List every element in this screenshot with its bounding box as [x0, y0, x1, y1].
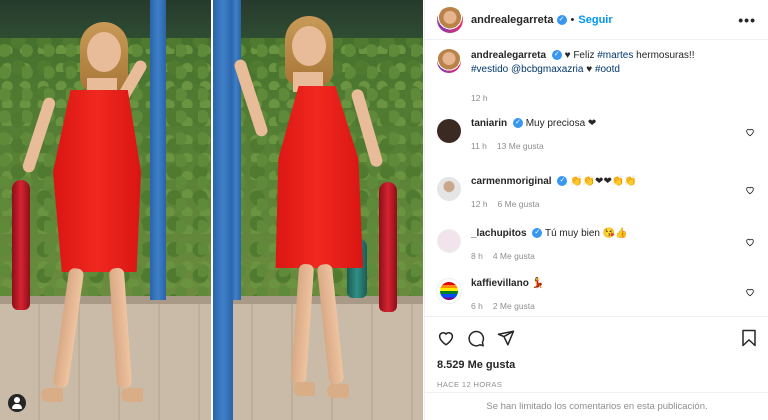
- mention-link[interactable]: @bcbgmaxazria: [511, 64, 583, 75]
- comment-username[interactable]: carmenmoriginal: [471, 176, 552, 187]
- woman-figure-2: [232, 12, 393, 412]
- commenter-avatar[interactable]: [437, 229, 461, 253]
- comment-text: Muy preciosa ❤: [525, 118, 597, 129]
- caption-avatar[interactable]: [437, 49, 461, 73]
- comment-item: carmenmoriginal ✓ 👏👏❤❤👏👏 12 h 6 Me gusta: [437, 175, 757, 227]
- comment-text: Tú muy bien 😘👍: [544, 228, 628, 239]
- caption-username[interactable]: andrealegarreta: [471, 50, 546, 61]
- hashtag-ootd[interactable]: #ootd: [595, 64, 620, 75]
- post-sidebar: andrealegarreta ✓ • Seguir ••• andrealeg…: [424, 0, 768, 420]
- blue-pole: [213, 0, 233, 420]
- comments-limited-notice: Se han limitado los comentarios en esta …: [425, 392, 768, 420]
- photo-right-half: [213, 0, 423, 420]
- post-image[interactable]: [0, 0, 423, 420]
- comment-time: 11 h: [471, 141, 487, 151]
- comment-like-heart-icon[interactable]: [745, 185, 755, 195]
- verified-badge-icon: ✓: [551, 50, 562, 61]
- comment-likes[interactable]: 2 Me gusta: [493, 301, 535, 311]
- verified-badge-icon: ✓: [532, 228, 543, 239]
- comment-icon[interactable]: [467, 329, 485, 347]
- comment-like-heart-icon[interactable]: [745, 237, 755, 247]
- caption: andrealegarreta ✓ ♥ Feliz #martes hermos…: [437, 49, 757, 105]
- comment-like-heart-icon[interactable]: [745, 127, 755, 137]
- post-actions: 8.529 Me gusta HACE 12 HORAS: [425, 316, 768, 389]
- more-options-icon[interactable]: •••: [738, 12, 756, 28]
- comment-item: _lachupitos ✓ Tú muy bien 😘👍 8 h 4 Me gus…: [437, 227, 757, 277]
- follow-button[interactable]: Seguir: [578, 14, 612, 26]
- caption-heart-2: ♥: [586, 64, 593, 75]
- like-count[interactable]: 8.529 Me gusta: [437, 359, 757, 371]
- photo-left-half: [0, 0, 211, 420]
- verified-badge-icon: ✓: [556, 14, 567, 25]
- comment-username[interactable]: kaffievillano: [471, 278, 529, 289]
- post-header: andrealegarreta ✓ • Seguir •••: [425, 0, 768, 40]
- bookmark-icon[interactable]: [741, 329, 757, 347]
- comment-text: 💃: [531, 278, 545, 289]
- caption-heart: ♥: [564, 50, 571, 61]
- comment-time: 8 h: [471, 251, 483, 261]
- share-icon[interactable]: [497, 329, 515, 347]
- author-username[interactable]: andrealegarreta: [471, 14, 554, 26]
- comment-like-heart-icon[interactable]: [745, 287, 755, 297]
- comment-username[interactable]: _lachupitos: [471, 228, 527, 239]
- tagged-users-icon[interactable]: [8, 394, 26, 412]
- heart-icon[interactable]: [437, 329, 455, 347]
- caption-text: Feliz: [573, 50, 598, 61]
- author-avatar[interactable]: [437, 6, 463, 33]
- comment-likes[interactable]: 13 Me gusta: [497, 141, 544, 151]
- commenter-avatar[interactable]: [437, 279, 461, 303]
- woman-figure: [21, 18, 175, 418]
- commenter-avatar[interactable]: [437, 177, 461, 201]
- caption-text-2: hermosuras!!: [633, 50, 695, 61]
- verified-badge-icon: ✓: [557, 176, 568, 187]
- comment-item: taniarin ✓ Muy preciosa ❤ 11 h 13 Me gust…: [437, 117, 757, 175]
- comment-time: 12 h: [471, 199, 488, 209]
- comments-list[interactable]: andrealegarreta ✓ ♥ Feliz #martes hermos…: [425, 41, 768, 313]
- comment-item: kaffievillano 💃 6 h 2 Me gusta: [437, 277, 757, 313]
- verified-badge-icon: ✓: [512, 118, 523, 129]
- comment-text: 👏👏❤❤👏👏: [570, 176, 637, 187]
- hashtag-vestido[interactable]: #vestido: [471, 64, 508, 75]
- caption-time: 12 h: [471, 93, 488, 103]
- comment-username[interactable]: taniarin: [471, 118, 507, 129]
- comment-likes[interactable]: 4 Me gusta: [493, 251, 535, 261]
- comment-likes[interactable]: 6 Me gusta: [498, 199, 540, 209]
- hashtag-martes[interactable]: #martes: [597, 50, 633, 61]
- commenter-avatar[interactable]: [437, 119, 461, 143]
- post-timestamp[interactable]: HACE 12 HORAS: [437, 380, 757, 389]
- comment-time: 6 h: [471, 301, 483, 311]
